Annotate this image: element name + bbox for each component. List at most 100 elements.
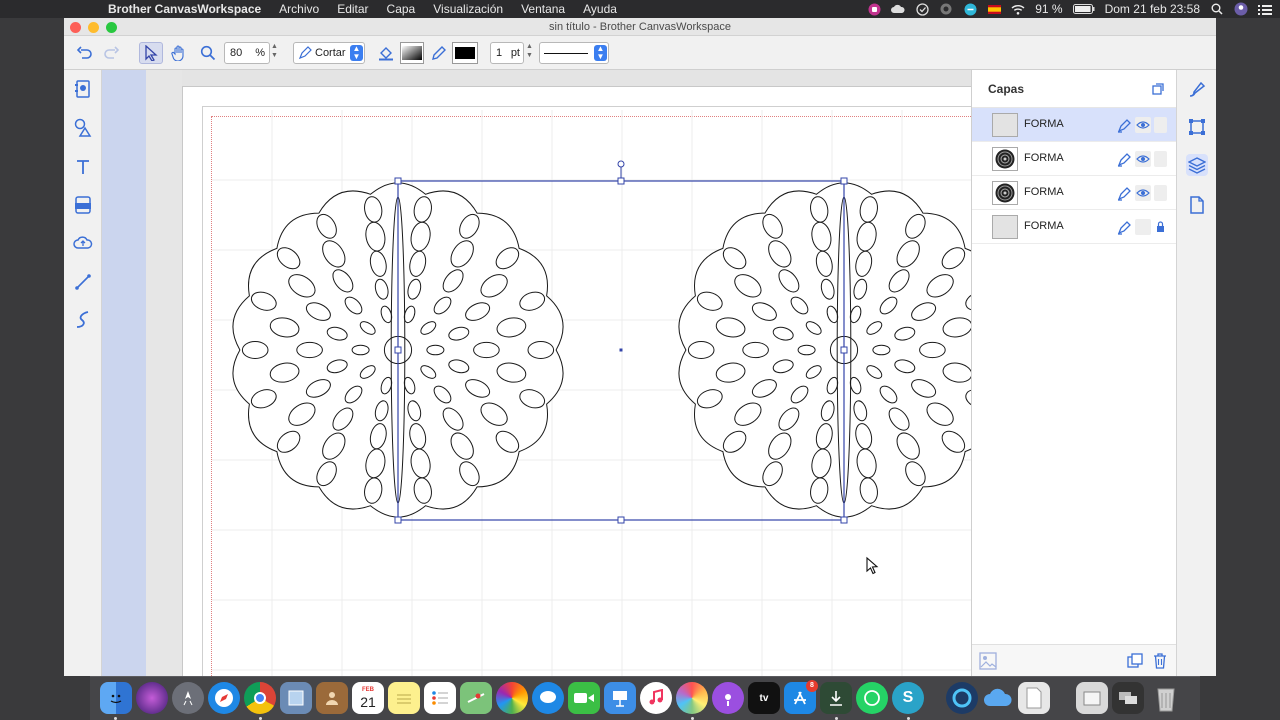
calendar-icon[interactable]: FEB 21 [352,682,384,714]
layer-cut-icon[interactable] [1116,117,1132,133]
close-window-button[interactable] [70,22,81,33]
pinwheel-app-icon[interactable] [676,682,708,714]
zoom-stepper[interactable]: ▲ ▼ [270,42,279,62]
menu-visualizacion[interactable]: Visualización [424,2,512,16]
resize-handle-nw[interactable] [394,177,402,185]
resize-handle-se[interactable] [840,516,848,524]
minimize-window-button[interactable] [88,22,99,33]
zoom-window-button[interactable] [106,22,117,33]
undo-button[interactable] [74,42,96,64]
line-width-field[interactable]: 1 pt [490,42,524,64]
launchpad-icon[interactable] [172,682,204,714]
panel-collapse-icon[interactable] [1152,83,1164,95]
page-settings-button[interactable] [1186,194,1208,216]
layer-lock-toggle[interactable] [1154,219,1167,235]
document-app-icon[interactable] [1018,682,1050,714]
downloads-folder-icon[interactable] [1076,682,1108,714]
menu-clock[interactable]: Dom 21 feb 23:58 [1105,2,1200,16]
resize-handle-w[interactable] [394,346,402,354]
select-tool-button[interactable] [139,42,163,64]
layer-visibility-toggle[interactable] [1135,219,1151,235]
check-circle-icon[interactable] [915,2,929,16]
zoom-tool-button[interactable] [197,42,219,64]
layer-cut-icon[interactable] [1116,151,1132,167]
layer-row[interactable]: FORMA [972,108,1176,142]
preview-icon[interactable] [280,682,312,714]
layer-cut-icon[interactable] [1116,185,1132,201]
fill-color-swatch[interactable] [400,42,424,64]
chrome-icon[interactable] [244,682,276,714]
layer-cut-icon[interactable] [1116,219,1132,235]
notification-center-icon[interactable] [1258,2,1272,16]
reminders-icon[interactable] [424,682,456,714]
safari-icon[interactable] [208,682,240,714]
layer-row[interactable]: FORMA [972,176,1176,210]
resize-handle-ne[interactable] [840,177,848,185]
spain-flag-icon[interactable] [987,2,1001,16]
maps-icon[interactable] [460,682,492,714]
pattern-library-button[interactable] [72,78,94,100]
menu-editar[interactable]: Editar [328,2,377,16]
layer-lock-toggle[interactable] [1154,185,1167,201]
layer-lock-toggle[interactable] [1154,151,1167,167]
layer-visibility-toggle[interactable] [1135,185,1151,201]
finder-icon[interactable] [100,682,132,714]
cloud-icon[interactable] [891,2,905,16]
fill-color-button[interactable] [376,42,396,64]
user-avatar-icon[interactable] [1234,2,1248,16]
menu-ayuda[interactable]: Ayuda [574,2,626,16]
podcasts-icon[interactable] [712,682,744,714]
shape-tool-button[interactable] [72,117,94,139]
layer-lock-toggle[interactable] [1154,117,1167,133]
rotation-handle[interactable] [617,160,625,168]
layer-row[interactable]: FORMA [972,142,1176,176]
resize-handle-s[interactable] [617,516,625,524]
apple-tv-icon[interactable]: tv [748,682,780,714]
menu-capa[interactable]: Capa [378,2,425,16]
screenshots-stack-icon[interactable] [1112,682,1144,714]
sync-icon[interactable] [963,2,977,16]
layer-image-icon[interactable] [979,652,997,670]
menu-archivo[interactable]: Archivo [270,2,328,16]
duplicate-layer-icon[interactable] [1127,653,1143,669]
line-color-button[interactable] [429,42,449,64]
menu-ventana[interactable]: Ventana [512,2,574,16]
layers-tool-button[interactable] [1186,154,1208,176]
cloud-tool-button[interactable] [72,232,94,254]
layer-visibility-toggle[interactable] [1135,151,1151,167]
transform-tool-button[interactable] [1186,116,1208,138]
layer-visibility-toggle[interactable] [1135,117,1151,133]
canvas-area[interactable] [102,70,972,676]
music-icon[interactable] [640,682,672,714]
trash-icon[interactable] [1153,653,1167,669]
line-style-select[interactable]: ▲ ▼ [539,42,609,64]
record-icon[interactable] [867,2,881,16]
vpn-icon[interactable] [939,2,953,16]
browser-app-icon[interactable] [946,682,978,714]
hand-tool-button[interactable] [168,42,190,64]
svg-import-button[interactable] [72,194,94,216]
window-titlebar[interactable]: sin título - Brother CanvasWorkspace [64,18,1216,36]
freehand-tool-button[interactable] [72,309,94,331]
notes-icon[interactable] [388,682,420,714]
battery-icon[interactable] [1072,2,1095,16]
zoom-field[interactable]: 80 % [224,42,270,64]
resize-handle-e[interactable] [840,346,848,354]
line-width-stepper[interactable]: ▲ ▼ [525,42,534,62]
text-tool-button[interactable] [72,156,94,178]
contacts-icon[interactable] [316,682,348,714]
app-store-icon[interactable]: 8 [784,680,818,714]
photos-icon[interactable] [496,682,528,714]
layer-row[interactable]: FORMA [972,210,1176,244]
wifi-icon[interactable] [1011,2,1025,16]
app-menu[interactable]: Brother CanvasWorkspace [100,2,270,16]
trash-bin-icon[interactable] [1150,682,1182,714]
canvasworkspace-icon[interactable]: S [892,682,924,714]
line-color-swatch[interactable] [452,42,478,64]
messages-icon[interactable] [532,682,564,714]
line-tool-button[interactable] [72,271,94,293]
facetime-icon[interactable] [568,682,600,714]
siri-icon[interactable] [136,682,168,714]
edit-tool-button[interactable] [1186,78,1208,100]
resize-handle-n[interactable] [617,177,625,185]
